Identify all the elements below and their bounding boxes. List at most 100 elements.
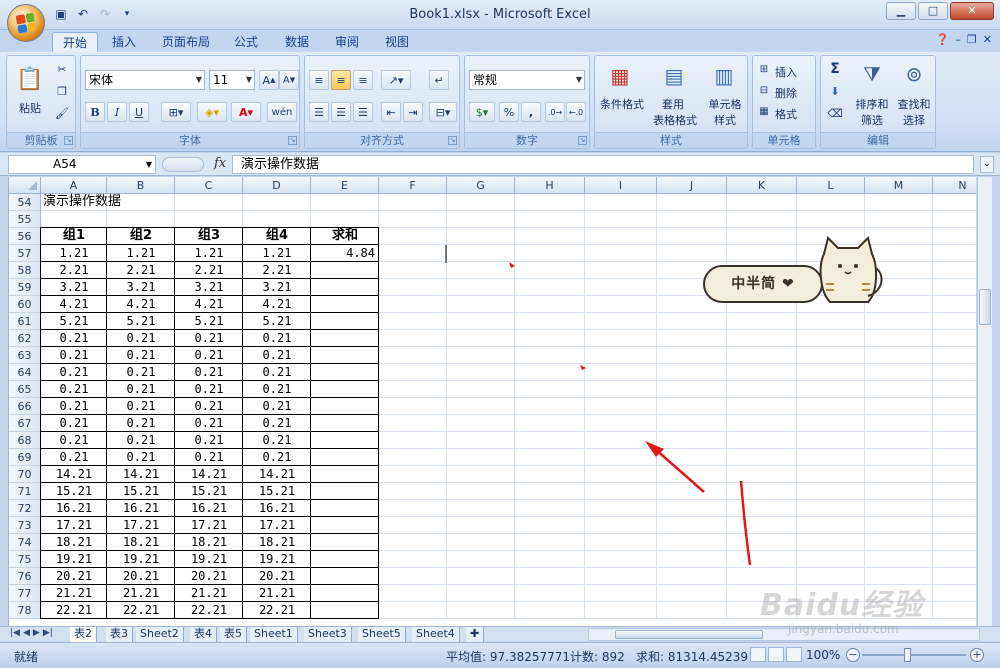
data-cell[interactable]: 20.21 [41,568,107,585]
data-cell[interactable] [311,483,379,500]
column-header-e[interactable]: E [311,177,379,194]
row-header[interactable]: 60 [9,296,41,313]
data-cell[interactable]: 0.21 [41,415,107,432]
header-cell[interactable]: 组3 [175,228,243,245]
data-cell[interactable]: 15.21 [107,483,175,500]
align-bottom-button[interactable]: ≡ [353,70,373,90]
data-cell[interactable] [311,313,379,330]
tab-view[interactable]: 视图 [377,32,417,52]
data-cell[interactable] [311,330,379,347]
data-cell[interactable]: 19.21 [107,551,175,568]
column-header-b[interactable]: B [107,177,175,194]
column-header-a[interactable]: A [41,177,107,194]
font-size-combo[interactable]: 11 ▼ [209,70,255,90]
data-cell[interactable]: 21.21 [243,585,311,602]
first-sheet-icon[interactable]: |◀ [10,628,20,638]
conditional-formatting-button[interactable]: 条件格式 [597,96,647,112]
data-cell[interactable]: 0.21 [175,381,243,398]
paste-button[interactable]: 粘贴 [13,100,47,116]
page-layout-view-button[interactable] [768,647,784,662]
data-cell[interactable]: 4.21 [243,296,311,313]
phonetic-button[interactable]: wén [267,102,297,122]
sheet-tab[interactable]: 表5 [220,627,247,642]
font-dialog-launcher-icon[interactable]: ↘ [288,136,297,145]
tab-home[interactable]: 开始 [52,32,98,52]
column-header-n[interactable]: N [933,177,976,194]
row-header[interactable]: 59 [9,279,41,296]
insert-function-button[interactable]: fx [214,156,226,171]
data-cell[interactable]: 0.21 [107,347,175,364]
data-cell[interactable]: 17.21 [107,517,175,534]
ribbon-close-icon[interactable]: ✕ [983,33,992,46]
row-header[interactable]: 64 [9,364,41,381]
data-cell[interactable] [311,517,379,534]
accounting-format-button[interactable]: $▾ [469,102,495,122]
data-cell[interactable]: 0.21 [107,432,175,449]
column-header-g[interactable]: G [447,177,515,194]
sheet-tab[interactable]: Sheet4 [412,627,460,642]
name-box[interactable]: A54 ▼ [8,155,156,174]
sheet-tab[interactable]: Sheet3 [304,627,352,642]
zoom-slider-track[interactable] [862,654,966,656]
align-top-button[interactable]: ≡ [309,70,329,90]
ribbon-minimize-icon[interactable]: – [955,33,961,46]
paste-icon[interactable]: 📋 [15,62,45,96]
prev-sheet-icon[interactable]: ◀ [23,628,30,638]
number-format-combo[interactable]: 常规 ▼ [469,70,585,90]
data-cell[interactable]: 15.21 [175,483,243,500]
tab-insert[interactable]: 插入 [104,32,144,52]
format-painter-icon[interactable]: 🖌 [53,104,71,122]
data-cell[interactable]: 0.21 [175,398,243,415]
sheet-tab[interactable]: 表2 [70,627,97,642]
data-cell[interactable]: 20.21 [175,568,243,585]
data-cell[interactable] [311,500,379,517]
data-cell[interactable]: 0.21 [41,347,107,364]
data-cell[interactable]: 0.21 [175,347,243,364]
row-header[interactable]: 54 [9,194,41,211]
data-cell[interactable]: 16.21 [175,500,243,517]
data-cell[interactable]: 5.21 [175,313,243,330]
data-cell[interactable] [311,449,379,466]
data-cell[interactable]: 0.21 [107,449,175,466]
data-cell[interactable] [311,381,379,398]
data-cell[interactable]: 18.21 [175,534,243,551]
data-cell[interactable]: 0.21 [175,364,243,381]
row-header[interactable]: 73 [9,517,41,534]
vertical-scrollbar[interactable] [977,177,992,626]
data-cell[interactable]: 21.21 [41,585,107,602]
conditional-formatting-icon[interactable]: ▦ [605,62,635,90]
column-header-m[interactable]: M [865,177,933,194]
format-as-table-icon[interactable]: ▤ [659,62,689,90]
data-cell[interactable]: 0.21 [107,398,175,415]
increase-decimal-button[interactable]: .0→ [545,102,565,122]
align-left-button[interactable]: ☰ [309,102,329,122]
data-cell[interactable]: 0.21 [175,432,243,449]
data-cell[interactable]: 2.21 [175,262,243,279]
insert-cells-icon[interactable]: ⊞ [757,62,771,76]
zoom-slider-knob[interactable] [904,648,911,662]
data-cell[interactable] [311,551,379,568]
tab-review[interactable]: 审阅 [327,32,367,52]
data-cell[interactable]: 0.21 [107,381,175,398]
maximize-button[interactable]: □ [918,2,948,20]
data-cell[interactable]: 0.21 [243,415,311,432]
data-cell[interactable]: 4.84 [311,245,379,262]
row-header[interactable]: 71 [9,483,41,500]
data-cell[interactable]: 2.21 [41,262,107,279]
header-cell[interactable]: 求和 [311,228,379,245]
clipboard-dialog-launcher-icon[interactable]: ↘ [64,136,73,145]
data-cell[interactable]: 17.21 [175,517,243,534]
data-cell[interactable]: 14.21 [107,466,175,483]
column-header-h[interactable]: H [515,177,585,194]
data-cell[interactable]: 17.21 [41,517,107,534]
cell-styles-icon[interactable]: ▥ [709,62,739,90]
wrap-text-button[interactable]: ↵ [429,70,449,90]
cell-styles-label-2[interactable]: 样式 [703,112,747,128]
data-cell[interactable]: 0.21 [41,364,107,381]
data-cell[interactable]: 18.21 [243,534,311,551]
data-cell[interactable]: 0.21 [175,449,243,466]
delete-cells-button[interactable]: 删除 [775,85,797,101]
data-cell[interactable]: 19.21 [175,551,243,568]
borders-button[interactable]: ⊞▾ [161,102,191,122]
data-cell[interactable]: 16.21 [243,500,311,517]
